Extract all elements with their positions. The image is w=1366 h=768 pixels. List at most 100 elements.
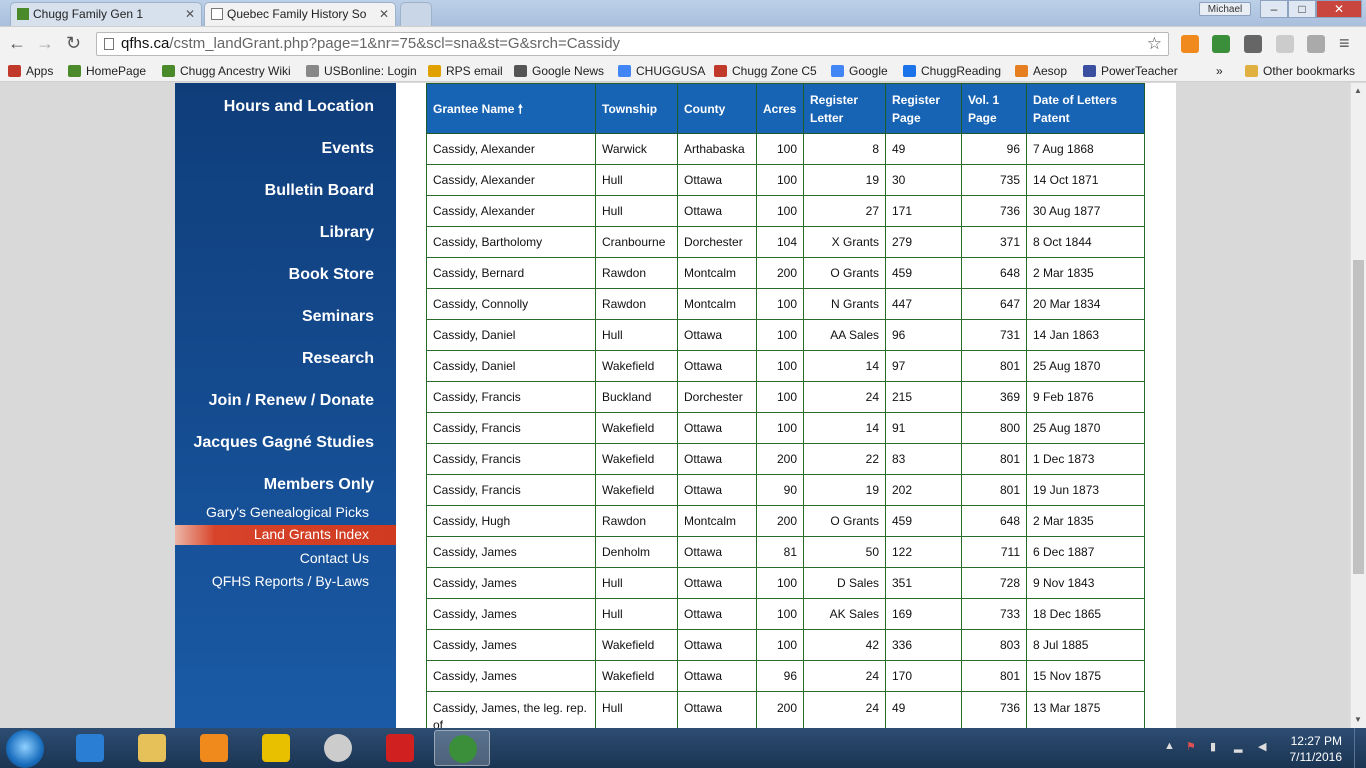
nav-members-only[interactable]: Members Only [264, 476, 374, 494]
bookmark-chugg-ancestry-wiki[interactable]: Chugg Ancestry Wiki [162, 63, 291, 79]
taskbar-pushpin-app-button[interactable] [372, 730, 428, 766]
nav-garys-genealogical-picks[interactable]: Gary's Genealogical Picks [206, 504, 369, 520]
table-cell: Cassidy, Daniel [426, 350, 596, 382]
col-header-grantee-name[interactable]: Grantee Name 🠕 [426, 83, 596, 134]
extension-drive-icon[interactable] [1307, 35, 1325, 53]
clock-time[interactable]: 12:27 PM [1291, 734, 1342, 748]
taskbar-media-player-button[interactable] [186, 730, 242, 766]
table-cell: Ottawa [677, 598, 757, 630]
bookmark-homepage[interactable]: HomePage [68, 63, 146, 79]
nav-bulletin-board[interactable]: Bulletin Board [265, 182, 374, 200]
volume-muted-icon[interactable]: ◀ [1258, 740, 1272, 754]
bookmark-usbonline[interactable]: USBonline: Login [306, 63, 417, 79]
nav-events[interactable]: Events [322, 140, 374, 158]
start-button[interactable] [6, 730, 44, 768]
table-cell: 7 Aug 1868 [1026, 133, 1145, 165]
bookmark-chuggusa[interactable]: CHUGGUSA [618, 63, 705, 79]
table-row: Cassidy, Hugh Rawdon Montcalm 200 O Grants 45… [426, 505, 1145, 537]
google-icon [831, 65, 844, 77]
nav-hours-location[interactable]: Hours and Location [224, 98, 374, 116]
address-bar[interactable]: qfhs.ca/cstm_landGrant.php?page=1&nr=75&… [96, 32, 1169, 56]
nav-jacques-gagne-studies[interactable]: Jacques Gagné Studies [193, 434, 374, 452]
tab-quebec-family-history[interactable]: Quebec Family History So ✕ [204, 2, 396, 26]
taskbar-file-explorer-button[interactable] [124, 730, 180, 766]
extension-blogger-icon[interactable] [1181, 35, 1199, 53]
bookmark-google[interactable]: Google [831, 63, 888, 79]
bookmark-star-icon[interactable]: ☆ [1147, 33, 1162, 55]
close-tab-icon[interactable]: ✕ [185, 3, 195, 25]
page-icon [306, 65, 319, 77]
taskbar-clock-app-button[interactable] [310, 730, 366, 766]
extension-feather-icon[interactable] [1276, 35, 1294, 53]
page-scrollbar[interactable]: ▲ ▼ [1350, 83, 1366, 728]
table-cell: 9 Feb 1876 [1026, 381, 1145, 413]
bookmark-apps[interactable]: Apps [8, 63, 53, 79]
table-cell: 200 [756, 257, 804, 289]
nav-book-store[interactable]: Book Store [289, 266, 374, 284]
forward-arrow-icon[interactable]: → [36, 33, 54, 53]
bookmark-google-news[interactable]: Google News [514, 63, 604, 79]
col-header-register-page[interactable]: Register Page [885, 83, 962, 134]
new-tab-button[interactable] [400, 2, 432, 26]
table-cell: 801 [961, 660, 1027, 692]
aesop-icon [1015, 65, 1028, 77]
menu-icon[interactable]: ≡ [1339, 33, 1350, 53]
taskbar-internet-explorer-button[interactable] [62, 730, 118, 766]
close-window-button[interactable]: ✕ [1316, 0, 1362, 18]
action-center-flag-icon[interactable]: ⚑ [1186, 740, 1200, 754]
tab-chugg-family[interactable]: Chugg Family Gen 1 ✕ [10, 2, 202, 26]
maximize-button[interactable]: □ [1288, 0, 1316, 18]
table-cell: 336 [885, 629, 962, 661]
nav-land-grants-index-active[interactable]: Land Grants Index [175, 525, 396, 545]
bookmarks-overflow-button[interactable]: » [1202, 63, 1223, 79]
nav-contact-us[interactable]: Contact Us [300, 550, 369, 566]
show-hidden-icons-icon[interactable]: ▲ [1164, 740, 1178, 754]
nav-join-renew-donate[interactable]: Join / Renew / Donate [209, 392, 374, 410]
close-tab-icon[interactable]: ✕ [379, 3, 389, 25]
table-cell: Wakefield [595, 412, 678, 444]
extension-chrome-icon[interactable] [1212, 35, 1230, 53]
bookmark-chuggreading[interactable]: ChuggReading [903, 63, 1001, 79]
scroll-thumb[interactable] [1353, 260, 1364, 574]
bookmark-other[interactable]: Other bookmarks [1245, 63, 1355, 79]
back-arrow-icon[interactable]: ← [8, 33, 26, 53]
user-profile-button[interactable]: Michael [1199, 2, 1251, 16]
table-cell: Dorchester [677, 381, 757, 413]
bookmark-aesop[interactable]: Aesop [1015, 63, 1067, 79]
reload-icon[interactable]: ↻ [66, 33, 81, 53]
col-header-date-letters-patent[interactable]: Date of Letters Patent [1026, 83, 1145, 134]
scroll-down-icon[interactable]: ▼ [1354, 715, 1362, 724]
col-header-vol1-page[interactable]: Vol. 1 Page [961, 83, 1027, 134]
table-cell: Cassidy, Bartholomy [426, 226, 596, 258]
nav-qfhs-reports-bylaws[interactable]: QFHS Reports / By-Laws [212, 573, 369, 589]
taskbar-settings-gear-button[interactable] [248, 730, 304, 766]
network-signal-icon[interactable]: ▂ [1234, 740, 1248, 754]
minimize-button[interactable]: – [1260, 0, 1288, 18]
bookmark-powerteacher[interactable]: PowerTeacher [1083, 63, 1178, 79]
table-cell: 15 Nov 1875 [1026, 660, 1145, 692]
col-header-acres[interactable]: Acres [756, 83, 804, 134]
taskbar-chrome-button[interactable] [434, 730, 490, 766]
battery-icon[interactable]: ▮ [1210, 740, 1224, 754]
table-cell: 1 Dec 1873 [1026, 443, 1145, 475]
nav-research[interactable]: Research [302, 350, 374, 368]
bookmark-rps-email[interactable]: RPS email [428, 63, 503, 79]
table-cell: Rawdon [595, 288, 678, 320]
bookmark-chugg-zone-c5[interactable]: Chugg Zone C5 [714, 63, 817, 79]
col-header-register-letter[interactable]: Register Letter [803, 83, 886, 134]
table-row: Cassidy, Alexander Hull Ottawa 100 27 171 736 3… [426, 195, 1145, 227]
table-cell: Hull [595, 598, 678, 630]
extension-bulb-icon[interactable] [1244, 35, 1262, 53]
nav-library[interactable]: Library [320, 224, 374, 242]
table-cell: Cassidy, Hugh [426, 505, 596, 537]
table-cell: 100 [756, 164, 804, 196]
show-desktop-button[interactable] [1354, 728, 1366, 768]
nav-seminars[interactable]: Seminars [302, 308, 374, 326]
table-cell: Ottawa [677, 350, 757, 382]
col-header-county[interactable]: County [677, 83, 757, 134]
table-cell: Cassidy, Alexander [426, 195, 596, 227]
col-header-township[interactable]: Township [595, 83, 678, 134]
scroll-up-icon[interactable]: ▲ [1354, 86, 1362, 95]
clock-app-icon [324, 734, 352, 762]
clock-date[interactable]: 7/11/2016 [1290, 750, 1343, 764]
